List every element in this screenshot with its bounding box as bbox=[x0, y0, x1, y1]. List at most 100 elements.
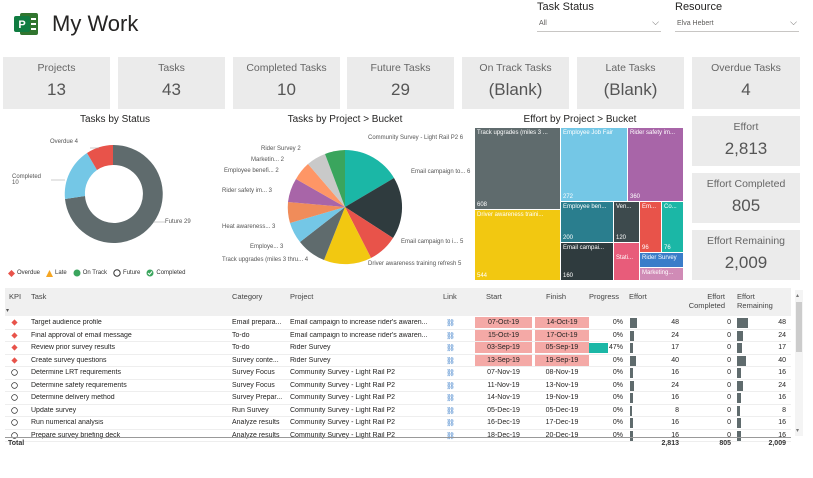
chevron-down-icon: ⌵ bbox=[652, 17, 659, 27]
task-effort-remaining: 40 bbox=[778, 356, 786, 364]
treemap-tile[interactable]: Stati... bbox=[614, 243, 639, 280]
treemap-tile[interactable]: Rider safety im... 360 bbox=[628, 128, 683, 201]
link-icon[interactable]: ⛓ bbox=[446, 357, 455, 365]
legend-late[interactable]: Late bbox=[46, 269, 67, 277]
task-name[interactable]: Update survey bbox=[31, 407, 231, 414]
table-row[interactable]: Determine delivery method Survey Prepar..… bbox=[5, 392, 791, 405]
pie-chart-title: Tasks by Project > Bucket bbox=[287, 114, 403, 125]
table-scrollbar[interactable]: ▴ ▾ bbox=[795, 290, 803, 436]
treemap-tile[interactable]: Email campai... 160 bbox=[561, 243, 613, 280]
card-late-tasks: Late Tasks (Blank) bbox=[577, 57, 684, 109]
task-name[interactable]: Determine delivery method bbox=[31, 394, 231, 401]
task-effort-remaining: 17 bbox=[778, 344, 786, 351]
task-start: 15-Oct-19 bbox=[475, 329, 532, 341]
task-effort-remaining: 16 bbox=[778, 394, 786, 401]
column-header-project[interactable]: Project bbox=[290, 292, 313, 301]
link-icon[interactable]: ⛓ bbox=[446, 344, 455, 352]
task-name[interactable]: Final approval of email message bbox=[31, 332, 231, 339]
resource-dropdown[interactable]: Elva Hebert ⌵ bbox=[675, 16, 799, 32]
task-name[interactable]: Determine safety requirements bbox=[31, 382, 231, 389]
task-progress: 0% bbox=[612, 406, 623, 414]
effort-bar bbox=[630, 418, 633, 428]
effort-treemap: Track upgrades (miles 3 ... 608 Employee … bbox=[475, 128, 683, 280]
effort-bar bbox=[630, 405, 632, 416]
pie-label: Rider Survey 2 bbox=[261, 146, 301, 152]
scroll-thumb[interactable] bbox=[796, 302, 802, 352]
tile-value: 272 bbox=[563, 194, 574, 200]
column-header-effort-completed[interactable]: Effort Completed bbox=[680, 292, 725, 310]
legend-completed[interactable]: Completed bbox=[146, 269, 185, 277]
task-name[interactable]: Review prior survey results bbox=[31, 344, 231, 351]
card-on-track-tasks: On Track Tasks (Blank) bbox=[462, 57, 569, 109]
link-icon[interactable]: ⛓ bbox=[446, 394, 455, 402]
table-row[interactable]: Determine LRT requirements Survey Focus Co… bbox=[5, 367, 791, 380]
column-header-finish[interactable]: Finish bbox=[546, 292, 566, 301]
task-project: Community Survey - Light Rail P2 bbox=[290, 419, 396, 426]
task-start: 11-Nov-19 bbox=[487, 381, 520, 389]
treemap-tile[interactable]: Rider Survey bbox=[640, 253, 683, 267]
treemap-tile[interactable]: Employee ben... 200 bbox=[561, 202, 613, 242]
legend-overdue[interactable]: Overdue bbox=[8, 269, 40, 277]
link-icon[interactable]: ⛓ bbox=[446, 319, 455, 327]
card-effort: Effort 2,813 bbox=[692, 116, 800, 166]
card-label: Overdue Tasks bbox=[711, 62, 781, 74]
task-effort-completed: 0 bbox=[727, 356, 731, 364]
task-name[interactable]: Create survey questions bbox=[31, 357, 231, 364]
treemap-tile[interactable]: Marketing... bbox=[640, 268, 683, 280]
task-status-dropdown[interactable]: All ⌵ bbox=[537, 16, 661, 32]
card-tasks: Tasks 43 bbox=[118, 57, 225, 109]
treemap-tile[interactable]: Em... 96 bbox=[640, 202, 661, 252]
task-name[interactable]: Target audience profile bbox=[31, 319, 231, 326]
legend-on-track[interactable]: On Track bbox=[73, 269, 107, 277]
legend-future[interactable]: Future bbox=[113, 269, 140, 277]
card-value: (Blank) bbox=[603, 80, 658, 99]
tile-value: 200 bbox=[563, 235, 574, 241]
card-value: (Blank) bbox=[488, 80, 543, 99]
link-icon[interactable]: ⛓ bbox=[446, 407, 455, 415]
table-row[interactable]: Create survey questions Survey conte... Ri… bbox=[5, 354, 791, 367]
column-header-effort[interactable]: Effort bbox=[629, 292, 647, 301]
table-row[interactable]: Update survey Run Survey Community Survey … bbox=[5, 405, 791, 417]
task-progress: 47% bbox=[608, 344, 623, 351]
tile-value: 160 bbox=[563, 273, 574, 279]
task-finish: 08-Nov-19 bbox=[545, 369, 579, 376]
task-name[interactable]: Run numerical analysis bbox=[31, 419, 231, 426]
sort-chevron-icon[interactable]: ▾ bbox=[6, 307, 9, 314]
overdue-kpi-icon bbox=[11, 319, 18, 326]
card-label: Effort Completed bbox=[706, 178, 786, 190]
task-category: Survey Prepar... bbox=[232, 394, 283, 401]
card-value: 2,813 bbox=[724, 139, 768, 158]
table-row[interactable]: Target audience profile Email prepara... E… bbox=[5, 317, 791, 330]
treemap-tile[interactable]: Track upgrades (miles 3 ... 608 bbox=[475, 128, 560, 209]
column-header-effort-remaining[interactable]: Effort Remaining bbox=[737, 292, 782, 310]
card-value: 805 bbox=[731, 196, 761, 215]
task-name[interactable]: Determine LRT requirements bbox=[31, 369, 231, 376]
column-header-link[interactable]: Link bbox=[443, 292, 457, 301]
scroll-up-icon[interactable]: ▴ bbox=[796, 292, 799, 299]
scroll-down-icon[interactable]: ▾ bbox=[796, 427, 799, 434]
column-header-category[interactable]: Category bbox=[232, 292, 262, 301]
column-header-kpi[interactable]: KPI bbox=[9, 292, 21, 301]
column-header-task[interactable]: Task bbox=[31, 292, 46, 301]
link-icon[interactable]: ⛓ bbox=[446, 419, 455, 427]
table-row[interactable]: Final approval of email message To-do Emai… bbox=[5, 329, 791, 342]
table-row[interactable]: Run numerical analysis Analyze results Com… bbox=[5, 417, 791, 430]
column-header-start[interactable]: Start bbox=[486, 292, 502, 301]
task-status-value: All bbox=[539, 20, 547, 27]
tile-value: 608 bbox=[477, 202, 488, 208]
link-icon[interactable]: ⛓ bbox=[446, 369, 455, 377]
task-start: 14-Nov-19 bbox=[487, 394, 520, 401]
link-icon[interactable]: ⛓ bbox=[446, 332, 455, 340]
column-header-progress[interactable]: Progress bbox=[589, 292, 619, 301]
table-row[interactable]: Review prior survey results To-do Rider Su… bbox=[5, 342, 791, 355]
treemap-tile[interactable]: Ven... 120 bbox=[614, 202, 639, 242]
table-header bbox=[5, 288, 791, 316]
effort-remaining-bar bbox=[737, 418, 742, 428]
treemap-tile[interactable]: Co... 76 bbox=[662, 202, 683, 252]
table-row[interactable]: Determine safety requirements Survey Focu… bbox=[5, 380, 791, 392]
treemap-tile[interactable]: Driver awareness traini... 544 bbox=[475, 210, 560, 280]
link-icon[interactable]: ⛓ bbox=[446, 382, 455, 390]
treemap-tile[interactable]: Employee Job Fair 272 bbox=[561, 128, 627, 201]
effort-bar bbox=[630, 393, 633, 403]
task-project: Email campaign to increase rider's aware… bbox=[290, 319, 428, 326]
